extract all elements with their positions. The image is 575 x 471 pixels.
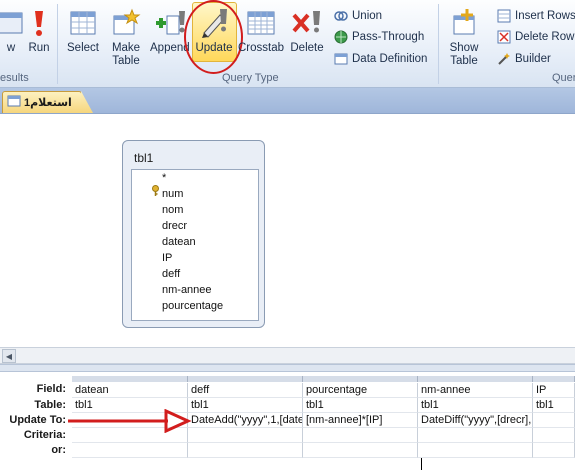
column-selector[interactable] bbox=[533, 376, 575, 382]
row-label-field: Field: bbox=[36, 383, 66, 395]
insert-rows-icon bbox=[497, 9, 511, 23]
table-name: tbl1 bbox=[134, 151, 154, 165]
query-document-tab[interactable]: استعلام1 bbox=[2, 91, 82, 113]
delete-query-button[interactable]: Delete bbox=[290, 6, 324, 55]
run-button[interactable]: Run bbox=[22, 6, 56, 55]
grid-cell-field[interactable]: IP bbox=[533, 383, 575, 398]
show-table-button[interactable]: Show Table bbox=[445, 6, 483, 68]
field-item[interactable]: nm-annee bbox=[162, 284, 212, 296]
query-type-group-label: Query Type bbox=[222, 72, 279, 84]
crosstab-query-button[interactable]: Crosstab bbox=[238, 6, 284, 55]
field-item[interactable]: num bbox=[162, 188, 183, 200]
grid-cell-criteria[interactable] bbox=[533, 428, 575, 443]
globe-icon bbox=[334, 30, 348, 44]
grid-cell-criteria[interactable] bbox=[418, 428, 533, 443]
row-label-or: or: bbox=[51, 444, 66, 456]
grid-cell-field[interactable]: nm-annee bbox=[418, 383, 533, 398]
row-label-criteria: Criteria: bbox=[23, 429, 66, 441]
grid-cell-table[interactable]: tbl1 bbox=[533, 398, 575, 413]
query-setup-group-label: Quer bbox=[552, 72, 575, 84]
select-query-button[interactable]: Select bbox=[66, 6, 100, 55]
grid-cell-criteria[interactable] bbox=[303, 428, 418, 443]
grid-cell-field[interactable]: pourcentage bbox=[303, 383, 418, 398]
row-label-update-to: Update To: bbox=[9, 414, 66, 426]
column-selector[interactable] bbox=[418, 376, 533, 382]
field-item[interactable]: pourcentage bbox=[162, 300, 223, 312]
delete-rows-icon bbox=[497, 30, 511, 44]
pane-splitter[interactable] bbox=[0, 364, 575, 372]
red-highlight-ellipse bbox=[184, 0, 243, 74]
query-icon bbox=[7, 95, 21, 110]
grid-cell-or[interactable] bbox=[72, 443, 188, 458]
grid-cell-or[interactable] bbox=[188, 443, 303, 458]
make-table-icon bbox=[109, 6, 143, 40]
horizontal-scrollbar[interactable]: ◀ bbox=[0, 347, 575, 364]
grid-cell-update-to[interactable]: [nm-annee]*[IP] bbox=[303, 413, 418, 428]
text-caret bbox=[421, 458, 422, 470]
grid-cell-update-to[interactable]: DateDiff("yyyy",[drecr], bbox=[418, 413, 533, 428]
data-definition-icon bbox=[334, 52, 348, 66]
column-selector[interactable] bbox=[188, 376, 303, 382]
append-icon bbox=[153, 6, 187, 40]
delete-rows-button[interactable]: Delete Row bbox=[497, 28, 574, 46]
select-query-icon bbox=[66, 6, 100, 40]
crosstab-icon bbox=[244, 6, 278, 40]
grid-cell-field[interactable]: datean bbox=[72, 383, 188, 398]
column-selector[interactable] bbox=[303, 376, 418, 382]
delete-x-icon bbox=[290, 6, 324, 40]
primary-key-icon bbox=[151, 185, 160, 200]
union-button[interactable]: Union bbox=[334, 7, 382, 25]
show-table-icon bbox=[447, 6, 481, 40]
insert-rows-button[interactable]: Insert Rows bbox=[497, 7, 575, 25]
field-item[interactable]: IP bbox=[162, 252, 172, 264]
make-table-button[interactable]: Make Table bbox=[108, 6, 144, 68]
column-selector[interactable] bbox=[72, 376, 188, 382]
scroll-left-icon[interactable]: ◀ bbox=[2, 349, 16, 363]
field-item[interactable]: nom bbox=[162, 204, 183, 216]
table-field-list-window[interactable]: tbl1 * num nom drecr datean IP deff nm-a… bbox=[122, 140, 265, 328]
red-annotation-arrow bbox=[68, 409, 192, 433]
group-separator bbox=[57, 4, 58, 84]
field-item[interactable]: deff bbox=[162, 268, 180, 280]
group-separator bbox=[438, 4, 439, 84]
grid-cell-table[interactable]: tbl1 bbox=[303, 398, 418, 413]
pass-through-button[interactable]: Pass-Through bbox=[334, 28, 424, 46]
query-design-pane: tbl1 * num nom drecr datean IP deff nm-a… bbox=[0, 115, 575, 347]
field-item[interactable]: datean bbox=[162, 236, 196, 248]
grid-cell-or[interactable] bbox=[303, 443, 418, 458]
grid-cell-update-to[interactable] bbox=[533, 413, 575, 428]
row-labels: Field: Table: Update To: Criteria: or: bbox=[0, 372, 70, 471]
query-tab-label: استعلام1 bbox=[24, 97, 72, 109]
field-list: * num nom drecr datean IP deff nm-annee … bbox=[131, 169, 259, 321]
builder-button[interactable]: Builder bbox=[497, 50, 551, 68]
field-item[interactable]: drecr bbox=[162, 220, 187, 232]
grid-cell-table[interactable]: tbl1 bbox=[418, 398, 533, 413]
grid-cell-update-to[interactable]: DateAdd("yyyy",1,[date bbox=[188, 413, 303, 428]
grid-cell-or[interactable] bbox=[418, 443, 533, 458]
exclamation-icon bbox=[22, 6, 56, 40]
results-group-label: esults bbox=[0, 72, 29, 84]
builder-wand-icon bbox=[497, 52, 511, 66]
grid-cell-or[interactable] bbox=[533, 443, 575, 458]
union-rings-icon bbox=[334, 9, 348, 23]
document-tab-bar: استعلام1 bbox=[0, 88, 575, 114]
grid-cell-table[interactable]: tbl1 bbox=[188, 398, 303, 413]
field-item[interactable]: * bbox=[162, 172, 166, 184]
data-definition-button[interactable]: Data Definition bbox=[334, 50, 427, 68]
grid-cell-field[interactable]: deff bbox=[188, 383, 303, 398]
row-label-table: Table: bbox=[34, 399, 66, 411]
grid-cell-criteria[interactable] bbox=[188, 428, 303, 443]
ribbon: w Run esults Select Make Table Append Up… bbox=[0, 0, 575, 88]
